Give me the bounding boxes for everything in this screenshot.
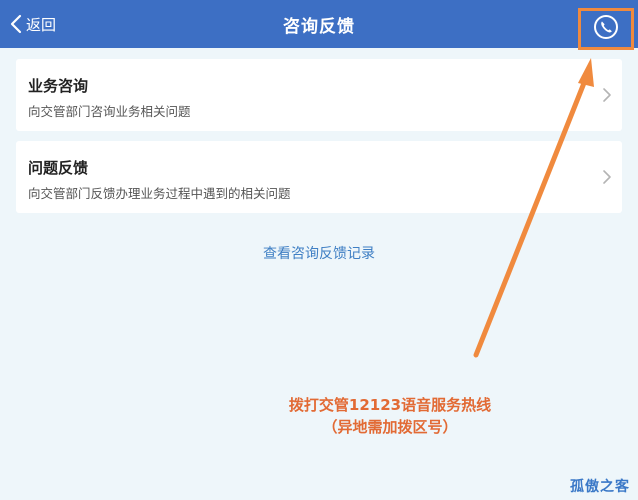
- annotation-line-1: 拨打交管12123语音服务热线: [288, 396, 492, 414]
- annotation-text: 拨打交管12123语音服务热线 （异地需加拨区号）: [240, 394, 540, 438]
- watermark: 孤傲之客: [570, 479, 630, 495]
- annotation-line-2: （异地需加拨区号）: [322, 418, 458, 436]
